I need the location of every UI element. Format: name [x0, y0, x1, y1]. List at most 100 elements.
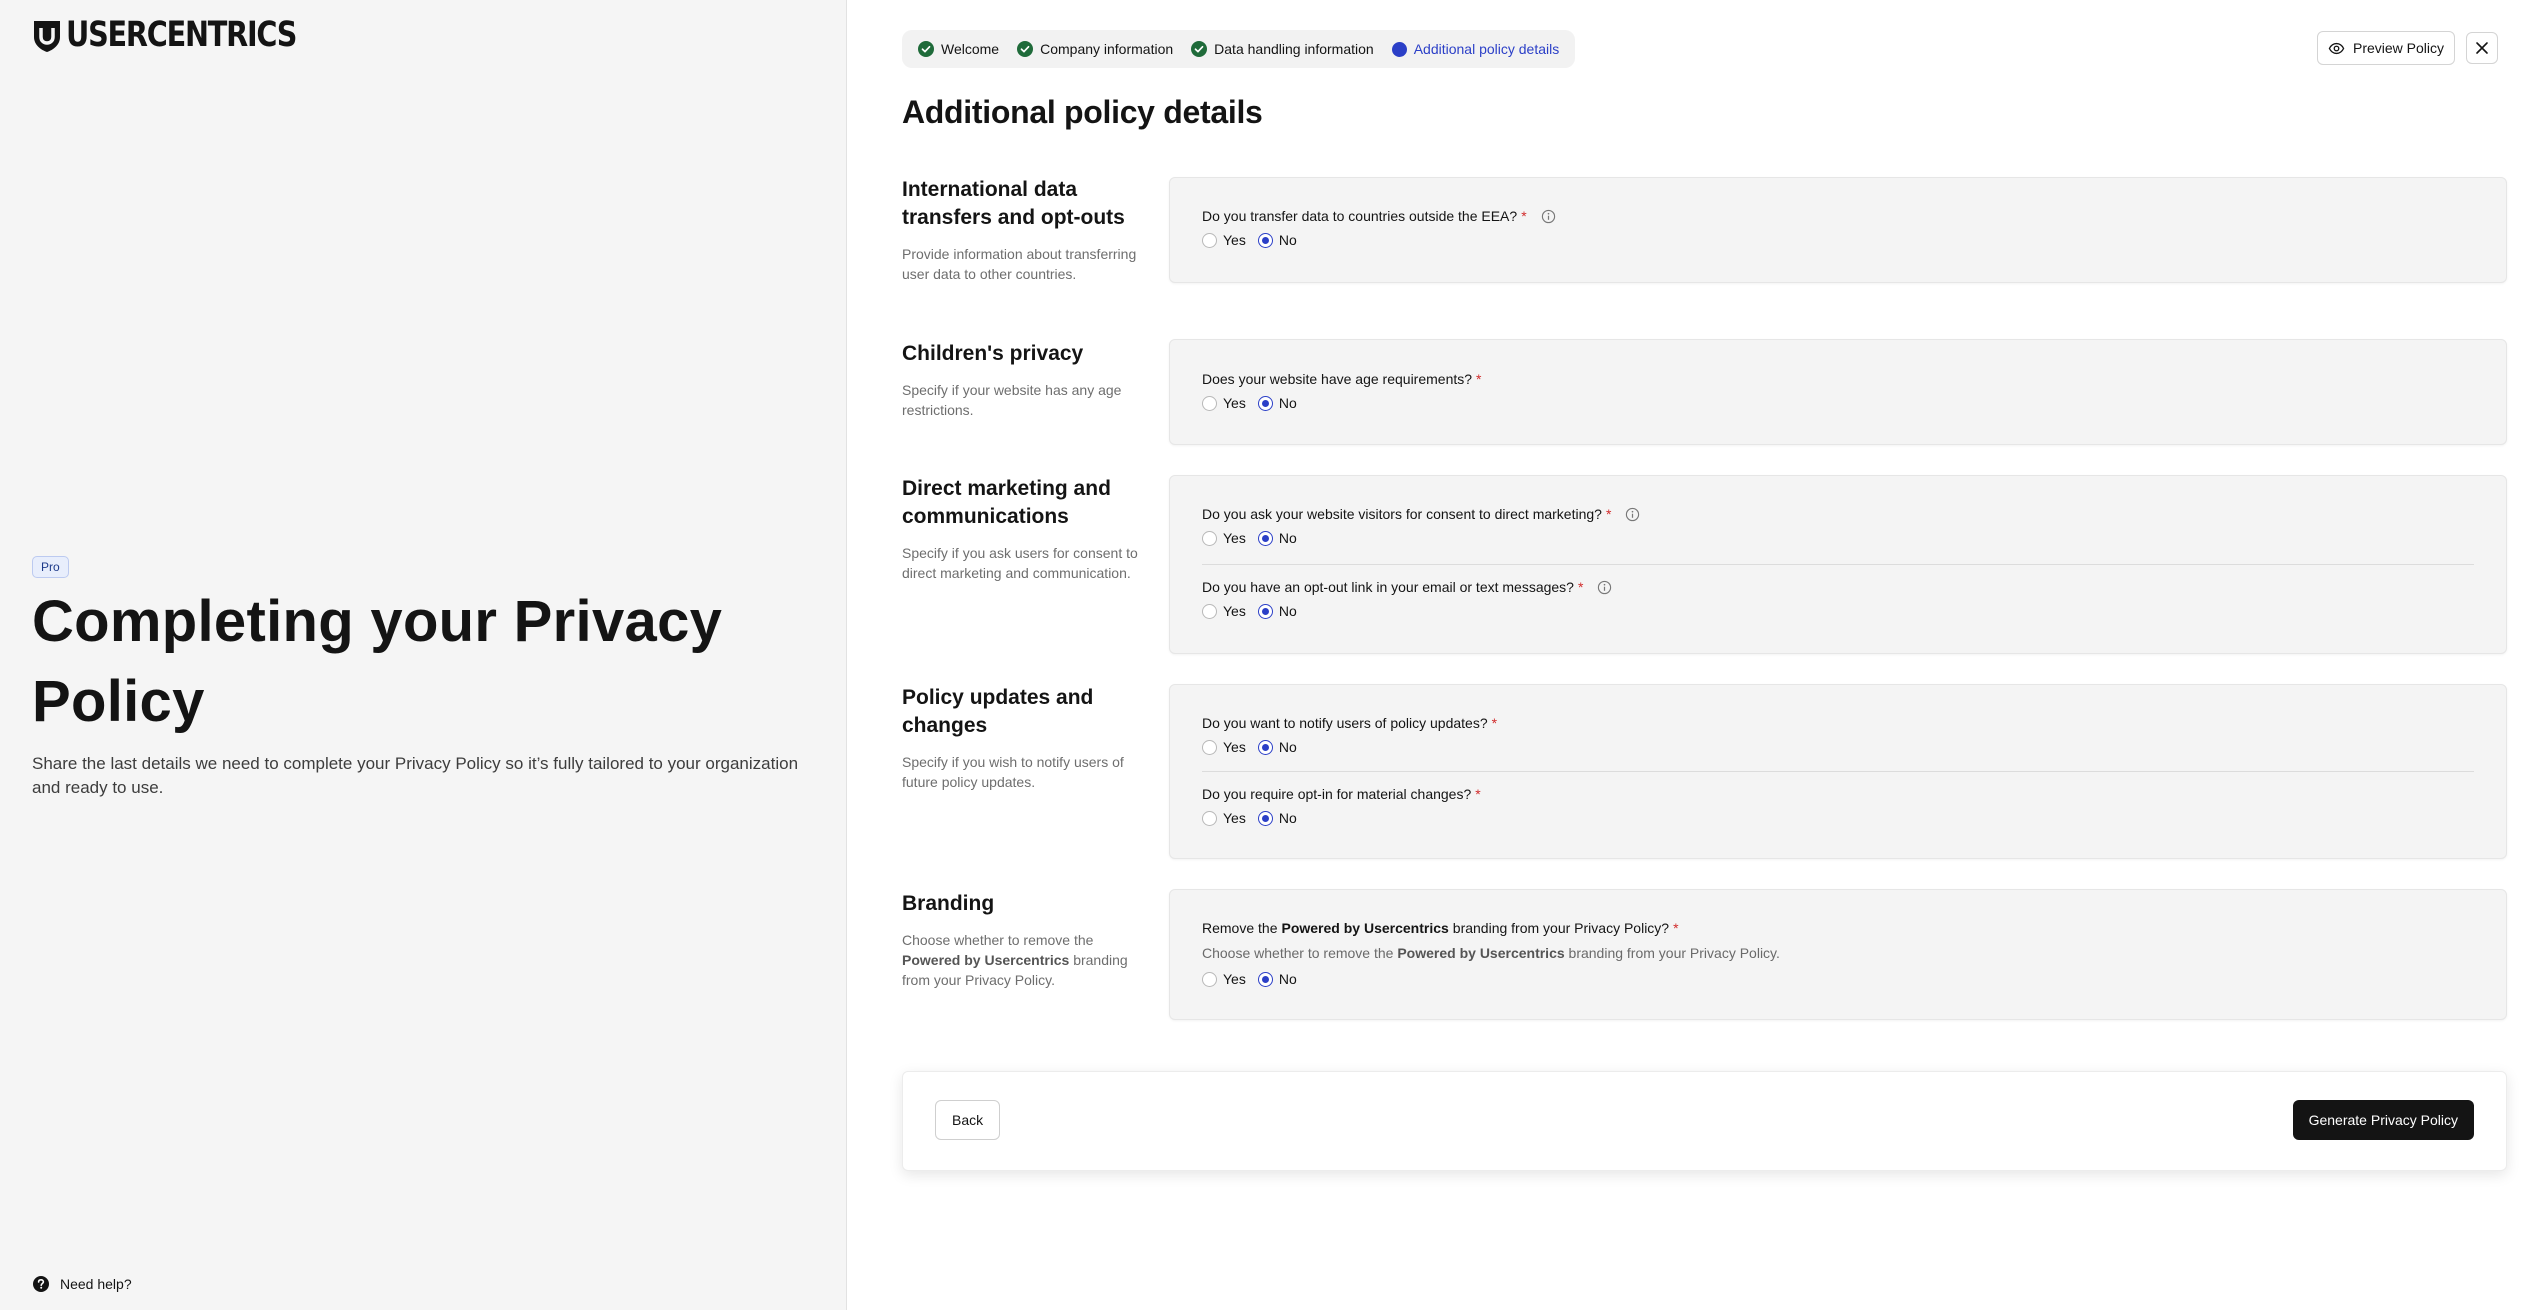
- section-marketing: Direct marketing and communications Spec…: [902, 475, 1142, 583]
- card-policy-updates: Do you want to notify users of policy up…: [1169, 684, 2507, 859]
- info-icon[interactable]: [1541, 209, 1556, 224]
- required-marker: *: [1475, 786, 1481, 802]
- need-help-label: Need help?: [60, 1276, 132, 1292]
- radio-circle-icon: [1257, 810, 1273, 826]
- radio-yes[interactable]: Yes: [1202, 739, 1246, 755]
- question-text: Remove the: [1202, 920, 1278, 936]
- radio-label: Yes: [1223, 232, 1246, 248]
- radio-circle-icon: [1202, 739, 1217, 755]
- step-company-information[interactable]: Company information: [1017, 41, 1173, 57]
- form-footer: Back Generate Privacy Policy: [902, 1071, 2507, 1171]
- back-button[interactable]: Back: [935, 1100, 1001, 1140]
- question-transfer-outside-eea: Do you transfer data to countries outsid…: [1202, 208, 1556, 224]
- helper-text: Choose whether to remove the: [1202, 945, 1394, 961]
- close-button[interactable]: [2466, 32, 2498, 64]
- intro-panel: USERCENTRICS Pro Completing your Privacy…: [0, 0, 847, 1310]
- section-title: Direct marketing and communications: [902, 477, 1111, 528]
- radio-no[interactable]: No: [1257, 971, 1297, 987]
- form-panel: Welcome Company information Data handlin…: [848, 0, 2543, 1310]
- step-additional-policy-details[interactable]: Additional policy details: [1391, 41, 1560, 57]
- question-text: Do you transfer data to countries outsid…: [1202, 208, 1518, 224]
- page-title: Additional policy details: [902, 94, 1263, 130]
- radio-circle-icon: [1257, 739, 1273, 755]
- radio-label: No: [1278, 395, 1297, 411]
- help-circle-icon: [33, 1276, 49, 1292]
- preview-policy-label: Preview Policy: [2353, 40, 2445, 56]
- usercentrics-shield-icon: [34, 20, 60, 52]
- radio-no[interactable]: No: [1257, 810, 1297, 826]
- radio-label: Yes: [1223, 603, 1246, 619]
- divider: [1202, 771, 2474, 772]
- radio-group: Yes No: [1202, 810, 1297, 826]
- check-circle-icon: [1191, 41, 1208, 57]
- question-text: Do you ask your website visitors for con…: [1202, 506, 1602, 522]
- card-marketing: Do you ask your website visitors for con…: [1169, 475, 2507, 654]
- required-marker: *: [1673, 920, 1679, 936]
- section-title: International data transfers and opt-out…: [902, 178, 1125, 229]
- radio-no[interactable]: No: [1257, 530, 1297, 546]
- radio-yes[interactable]: Yes: [1202, 530, 1246, 546]
- generate-privacy-policy-button[interactable]: Generate Privacy Policy: [2292, 1100, 2474, 1140]
- required-marker: *: [1521, 208, 1527, 224]
- radio-no[interactable]: No: [1257, 395, 1297, 411]
- section-description: Provide information about transferring u…: [902, 246, 1137, 282]
- step-label: Data handling information: [1214, 41, 1374, 57]
- radio-no[interactable]: No: [1257, 232, 1297, 248]
- radio-label: Yes: [1223, 530, 1246, 546]
- helper-text: branding from your Privacy Policy.: [1568, 945, 1780, 961]
- brand-logo: USERCENTRICS: [32, 18, 347, 53]
- radio-label: Yes: [1223, 739, 1246, 755]
- question-opt-in-material-changes: Do you require opt-in for material chang…: [1202, 786, 1481, 802]
- section-international: International data transfers and opt-out…: [902, 176, 1142, 284]
- step-welcome[interactable]: Welcome: [918, 41, 999, 57]
- question-text: Does your website have age requirements?: [1202, 371, 1473, 387]
- question-bold-text: Powered by Usercentrics: [1281, 920, 1449, 936]
- radio-yes[interactable]: Yes: [1202, 395, 1246, 411]
- eye-icon: [2328, 42, 2345, 54]
- section-title: Policy updates and changes: [902, 686, 1094, 737]
- section-children: Children's privacy Specify if your websi…: [902, 340, 1142, 420]
- radio-yes[interactable]: Yes: [1202, 971, 1246, 987]
- step-label: Company information: [1040, 41, 1174, 57]
- radio-circle-icon: [1257, 395, 1273, 411]
- radio-label: No: [1278, 810, 1297, 826]
- preview-policy-button[interactable]: Preview Policy: [2317, 31, 2456, 65]
- radio-label: Yes: [1223, 395, 1246, 411]
- radio-circle-icon: [1257, 530, 1273, 546]
- step-label: Welcome: [941, 41, 1000, 57]
- card-international: Do you transfer data to countries outsid…: [1169, 177, 2507, 283]
- radio-circle-icon: [1202, 810, 1217, 826]
- step-label: Additional policy details: [1413, 41, 1560, 57]
- step-data-handling-information[interactable]: Data handling information: [1191, 41, 1374, 57]
- info-icon[interactable]: [1625, 507, 1640, 522]
- radio-circle-icon: [1202, 395, 1217, 411]
- radio-yes[interactable]: Yes: [1202, 232, 1246, 248]
- radio-no[interactable]: No: [1257, 739, 1297, 755]
- required-marker: *: [1577, 579, 1584, 595]
- need-help-link[interactable]: Need help?: [32, 1275, 132, 1293]
- card-branding: Remove the Powered by Usercentrics brand…: [1169, 889, 2507, 1020]
- radio-group: Yes No: [1202, 971, 1297, 987]
- progress-stepper: Welcome Company information Data handlin…: [902, 30, 1576, 68]
- divider: [1202, 564, 2474, 565]
- question-text: branding from your Privacy Policy?: [1452, 920, 1670, 936]
- desc-text: Choose whether to remove the: [902, 932, 1094, 948]
- question-helper-text: Choose whether to remove the Powered by …: [1202, 945, 1780, 961]
- required-marker: *: [1491, 715, 1498, 731]
- radio-label: Yes: [1223, 810, 1246, 826]
- card-children: Does your website have age requirements?…: [1169, 339, 2507, 445]
- radio-circle-icon: [1202, 530, 1217, 546]
- radio-label: No: [1278, 739, 1297, 755]
- check-circle-icon: [918, 41, 934, 57]
- radio-yes[interactable]: Yes: [1202, 603, 1246, 619]
- info-icon[interactable]: [1597, 580, 1612, 595]
- section-title: Branding: [902, 892, 995, 915]
- radio-yes[interactable]: Yes: [1202, 810, 1246, 826]
- radio-circle-icon: [1257, 971, 1273, 987]
- close-icon: [2476, 42, 2488, 54]
- radio-label: No: [1278, 530, 1297, 546]
- radio-label: No: [1278, 232, 1297, 248]
- current-step-dot-icon: [1391, 41, 1407, 57]
- radio-group: Yes No: [1202, 232, 1297, 248]
- radio-no[interactable]: No: [1257, 603, 1297, 619]
